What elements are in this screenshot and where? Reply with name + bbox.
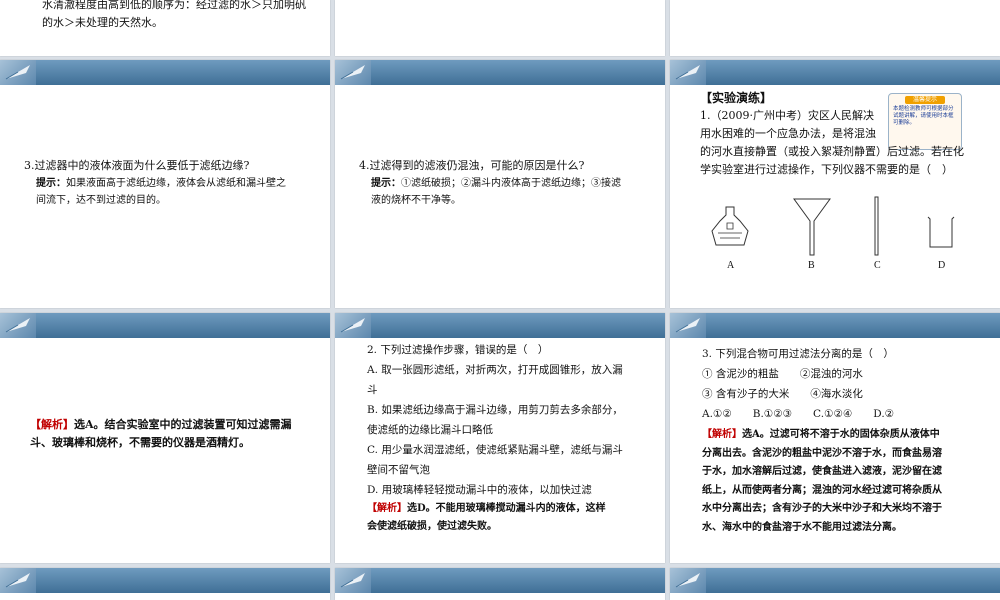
slide-header-band bbox=[335, 568, 665, 593]
question-text: 2. 下列过滤操作步骤，错误的是（ ） bbox=[367, 344, 549, 356]
quill-icon bbox=[5, 318, 30, 333]
option-text: ②混浊的河水 bbox=[799, 368, 863, 380]
answer-text: 水中分离出去；含有沙子的大米中沙子和大米均不溶于 bbox=[702, 503, 942, 514]
slide-logo-chip bbox=[0, 60, 36, 85]
slide-9[interactable]: 3. 下列混合物可用过滤法分离的是（ ） ① 含泥沙的粗盐 ②混浊的河水 ③ 含… bbox=[670, 313, 1000, 563]
option-text: 使滤纸的边缘比漏斗口略低 bbox=[367, 424, 493, 436]
hint-text: ①滤纸破损；②漏斗内液体高于滤纸边缘；③接滤 bbox=[401, 178, 621, 189]
slide-logo-chip bbox=[335, 568, 371, 593]
quill-icon bbox=[5, 573, 30, 588]
slide-logo-chip bbox=[0, 313, 36, 338]
text-line: 水清澈程度由高到低的顺序为：经过滤的水＞只加明矾 bbox=[42, 0, 306, 11]
answer-text: 选D。不能用玻璃棒搅动漏斗内的液体，这样 bbox=[407, 503, 606, 514]
question-text: 1.（2009·广州中考）灾区人民解决 bbox=[700, 109, 874, 122]
hint-label: 提示： bbox=[371, 178, 401, 189]
question-text: 学实验室进行过滤操作，下列仪器不需要的是（ ） bbox=[700, 163, 953, 176]
question-text: 用水困难的一个应急办法，是将混浊 bbox=[700, 127, 876, 140]
quill-icon bbox=[675, 573, 700, 588]
option-label-b: B bbox=[808, 260, 815, 271]
option-label-c: C bbox=[874, 260, 881, 271]
hint-text: 如果液面高于滤纸边缘，液体会从滤纸和漏斗壁之 bbox=[66, 178, 286, 189]
section-heading: 【实验演练】 bbox=[700, 91, 773, 105]
slide-10[interactable] bbox=[0, 568, 330, 600]
option-text: 斗 bbox=[367, 384, 378, 396]
option-label-d: D bbox=[938, 260, 946, 271]
slide-5[interactable]: 4.过滤得到的滤液仍混浊，可能的原因是什么? 提示：①滤纸破损；②漏斗内液体高于… bbox=[335, 60, 665, 308]
slide-header-band bbox=[0, 60, 330, 85]
slide-header-band bbox=[670, 313, 1000, 338]
funnel-icon bbox=[793, 198, 831, 256]
tip-badge-title: 温馨提示 bbox=[905, 96, 945, 104]
slide-logo-chip bbox=[670, 60, 706, 85]
option-text: ③ 含有沙子的大米 bbox=[702, 388, 790, 400]
choices-text: A.①② B.①②③ C.①②④ D.② bbox=[702, 408, 895, 420]
answer-tag: 【解析】 bbox=[30, 418, 74, 431]
quill-icon bbox=[675, 318, 700, 333]
slide-12[interactable] bbox=[670, 568, 1000, 600]
option-text: C. 用少量水润湿滤纸，使滤纸紧贴漏斗壁，滤纸与漏斗 bbox=[367, 444, 623, 456]
text-line: 的水＞未处理的天然水。 bbox=[42, 16, 163, 29]
hint-label: 提示： bbox=[36, 178, 66, 189]
option-label-a: A bbox=[727, 260, 735, 271]
quill-icon bbox=[340, 573, 365, 588]
option-text: ① 含泥沙的粗盐 bbox=[702, 368, 779, 380]
answer-tag: 【解析】 bbox=[702, 429, 742, 440]
question-text: 4.过滤得到的滤液仍混浊，可能的原因是什么? bbox=[359, 159, 585, 172]
question-text: 3.过滤器中的液体液面为什么要低于滤纸边缘? bbox=[24, 159, 250, 172]
answer-text: 选A。结合实验室中的过滤装置可知过滤需漏 bbox=[74, 418, 292, 431]
beaker-icon bbox=[927, 216, 955, 248]
slide-logo-chip bbox=[335, 60, 371, 85]
slide-header-band bbox=[0, 568, 330, 593]
quill-icon bbox=[340, 65, 365, 80]
option-text: B. 如果滤纸边缘高于漏斗边缘，用剪刀剪去多余部分， bbox=[367, 404, 623, 416]
slide-header-band bbox=[335, 60, 665, 85]
slide-2[interactable] bbox=[335, 0, 665, 56]
hint-text: 液的烧杯不干净等。 bbox=[371, 195, 461, 206]
slide-7[interactable]: 【解析】选A。结合实验室中的过滤装置可知过滤需漏 斗、玻璃棒和烧杯，不需要的仪器… bbox=[0, 313, 330, 563]
slide-1[interactable]: 水清澈程度由高到低的顺序为：经过滤的水＞只加明矾 的水＞未处理的天然水。 bbox=[0, 0, 330, 56]
slide-header-band bbox=[335, 313, 665, 338]
quill-icon bbox=[675, 65, 700, 80]
answer-text: 斗、玻璃棒和烧杯，不需要的仪器是酒精灯。 bbox=[30, 436, 250, 449]
option-text: 壁间不留气泡 bbox=[367, 464, 430, 476]
quill-icon bbox=[5, 65, 30, 80]
slide-8[interactable]: 2. 下列过滤操作步骤，错误的是（ ） A. 取一张圆形滤纸，对折两次，打开成圆… bbox=[335, 313, 665, 563]
slide-6[interactable]: 温馨提示 本题检测教师可根据部分试题讲解，请使用时本框可删除。 【实验演练】 1… bbox=[670, 60, 1000, 308]
answer-text: 选A。过滤可将不溶于水的固体杂质从液体中 bbox=[742, 429, 940, 440]
answer-text: 会使滤纸破损，使过滤失败。 bbox=[367, 521, 497, 532]
slide-header-band bbox=[670, 60, 1000, 85]
slide-11[interactable] bbox=[335, 568, 665, 600]
option-text: D. 用玻璃棒轻轻搅动漏斗中的液体，以加快过滤 bbox=[367, 484, 592, 496]
quill-icon bbox=[340, 318, 365, 333]
question-text: 3. 下列混合物可用过滤法分离的是（ ） bbox=[702, 348, 894, 360]
answer-text: 水、海水中的食盐溶于水不能用过滤法分离。 bbox=[702, 521, 902, 533]
answer-text: 纸上，从而使两者分离；混浊的河水经过滤可将杂质从 bbox=[702, 484, 942, 496]
slide-logo-chip bbox=[670, 568, 706, 593]
hint-text: 间流下，达不到过滤的目的。 bbox=[36, 195, 166, 206]
glass-rod-icon bbox=[874, 196, 879, 256]
answer-tag: 【解析】 bbox=[367, 503, 407, 514]
answer-text: 于水，加水溶解后过滤，使食盐进入滤液，泥沙留在滤 bbox=[702, 466, 942, 477]
slide-logo-chip bbox=[670, 313, 706, 338]
slide-4[interactable]: 3.过滤器中的液体液面为什么要低于滤纸边缘? 提示：如果液面高于滤纸边缘，液体会… bbox=[0, 60, 330, 308]
slide-3[interactable] bbox=[670, 0, 1000, 56]
slide-header-band bbox=[0, 313, 330, 338]
slide-header-band bbox=[670, 568, 1000, 593]
answer-text: 分离出去。含泥沙的粗盐中泥沙不溶于水，而食盐易溶 bbox=[702, 447, 942, 459]
slide-logo-chip bbox=[335, 313, 371, 338]
alcohol-lamp-icon bbox=[711, 206, 749, 246]
option-text: A. 取一张圆形滤纸，对折两次，打开成圆锥形，放入漏 bbox=[367, 364, 623, 376]
question-text: 的河水直接静置（或投入絮凝剂静置）后过滤。若在化 bbox=[700, 145, 964, 158]
slide-logo-chip bbox=[0, 568, 36, 593]
option-text: ④海水淡化 bbox=[810, 388, 863, 400]
